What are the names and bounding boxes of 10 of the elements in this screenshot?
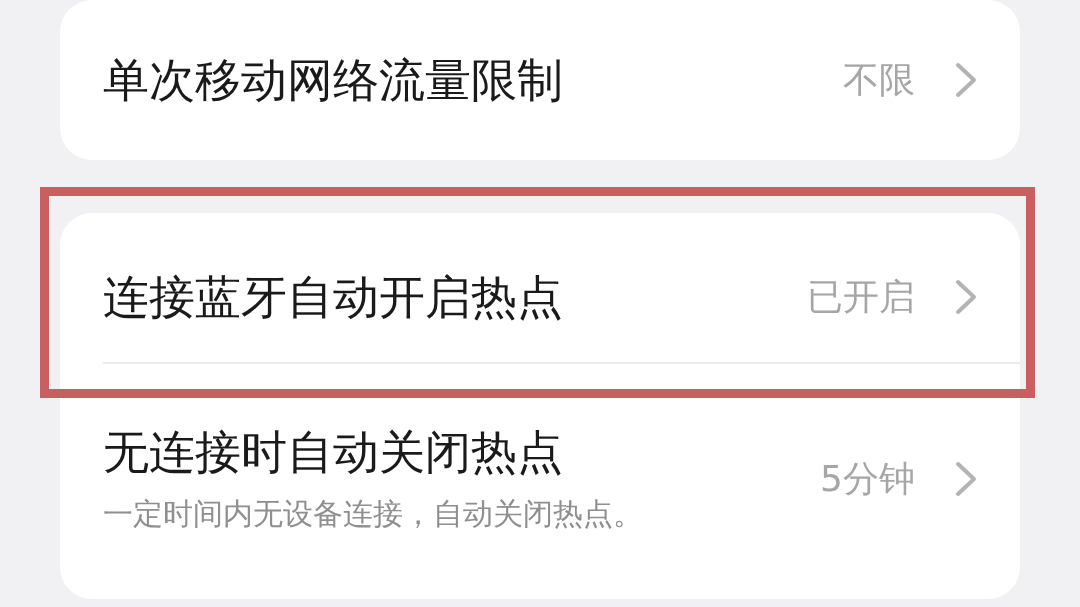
- setting-title: 连接蓝牙自动开启热点: [103, 269, 564, 325]
- setting-value: 不限: [843, 58, 915, 102]
- chevron-right-icon[interactable]: [955, 461, 977, 497]
- setting-title: 单次移动网络流量限制: [103, 52, 564, 108]
- chevron-right-icon[interactable]: [955, 62, 977, 98]
- chevron-right-icon[interactable]: [955, 279, 977, 315]
- setting-value: 已开启: [807, 275, 915, 319]
- setting-description: 一定时间内无设备连接，自动关闭热点。: [103, 495, 644, 533]
- setting-title: 无连接时自动关闭热点: [103, 424, 564, 480]
- setting-value: 5分钟: [820, 457, 915, 501]
